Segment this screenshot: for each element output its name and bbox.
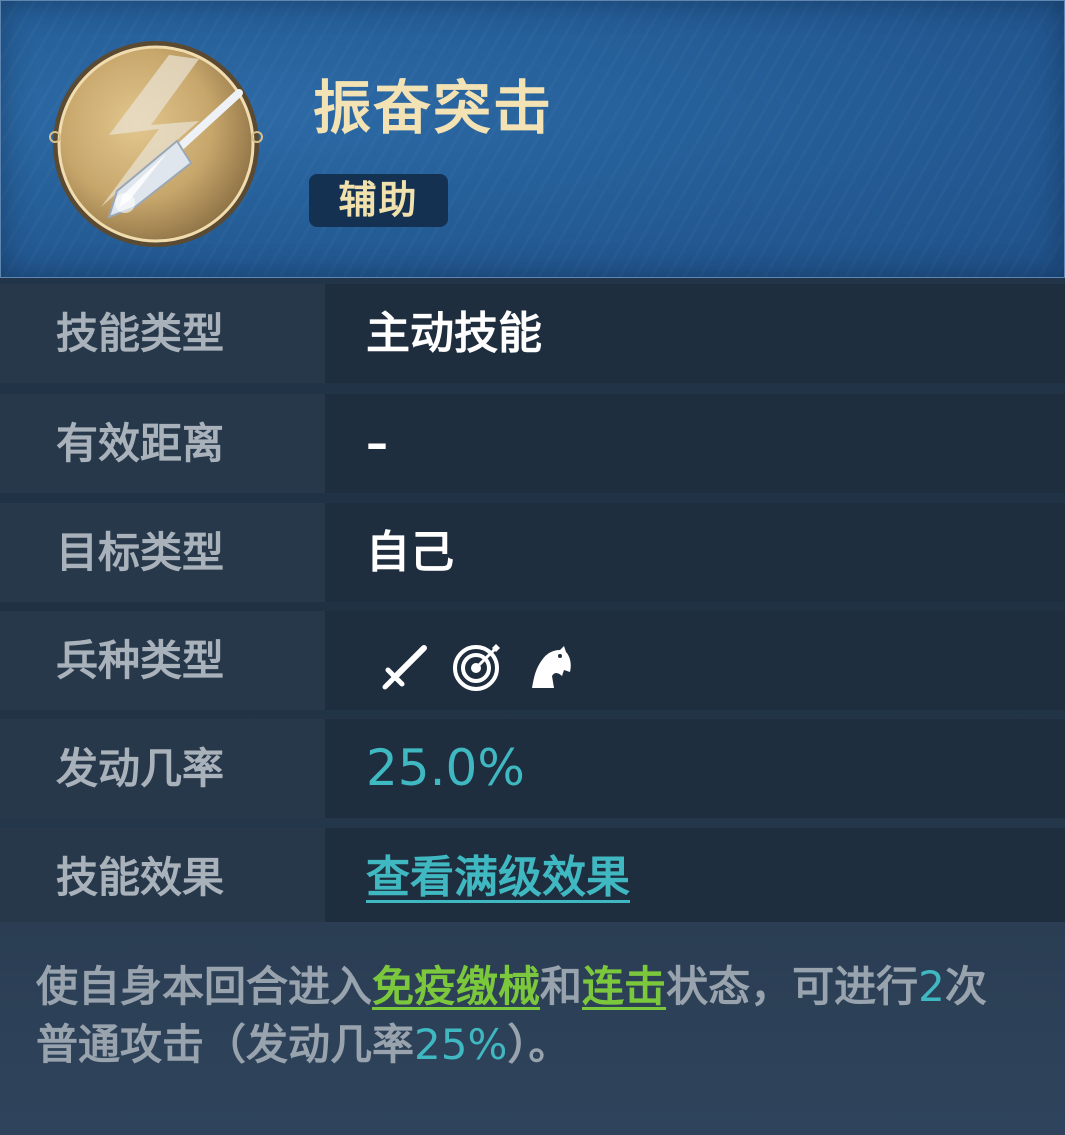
view-max-effect-link[interactable]: 查看满级效果 — [366, 828, 630, 927]
skill-description: 使自身本回合进入免疫缴械和连击状态，可进行2次普通攻击（发动几率25%）。 — [0, 922, 1065, 1135]
row-label: 发动几率 — [56, 744, 225, 793]
row-label: 技能类型 — [56, 309, 225, 358]
row-range: 有效距离 – — [0, 394, 1065, 493]
troop-icons — [380, 641, 574, 693]
keyword-immune-disarm[interactable]: 免疫缴械 — [372, 962, 540, 1011]
row-label: 有效距离 — [56, 419, 225, 468]
skill-tag: 辅助 — [309, 174, 448, 227]
skill-header: 振奋突击 辅助 — [0, 0, 1065, 278]
description-text: 使自身本回合进入免疫缴械和连击状态，可进行2次普通攻击（发动几率25%）。 — [36, 958, 1026, 1074]
desc-part: 使自身本回合进入 — [36, 962, 373, 1011]
row-value: 主动技能 — [366, 308, 542, 359]
row-label: 技能效果 — [56, 853, 225, 902]
row-value: – — [366, 418, 388, 469]
desc-part: 和 — [540, 962, 583, 1011]
desc-part: 状态，可进行 — [666, 962, 919, 1011]
desc-part: ）。 — [507, 1020, 571, 1069]
target-icon — [453, 644, 500, 691]
row-troop-type: 兵种类型 — [0, 611, 1065, 710]
row-skill-type: 技能类型 主动技能 — [0, 284, 1065, 383]
row-label: 目标类型 — [56, 528, 225, 577]
skill-name: 振奋突击 — [313, 74, 554, 142]
row-target-type: 目标类型 自己 — [0, 503, 1065, 602]
horse-icon — [532, 646, 571, 688]
spear-lightning-icon — [49, 41, 263, 247]
sword-icon — [382, 645, 427, 690]
row-label: 兵种类型 — [56, 636, 225, 685]
row-skill-effect: 技能效果 查看满级效果 — [0, 828, 1065, 927]
desc-rate: 25% — [414, 1020, 508, 1069]
row-trigger-rate: 发动几率 25.0% — [0, 719, 1065, 818]
skill-card: 振奋突击 辅助 技能类型 主动技能 有效距离 – 目标类型 自己 兵种类型 发动… — [0, 0, 1065, 1135]
trigger-rate-value: 25.0% — [366, 739, 525, 797]
row-value: 自己 — [366, 527, 454, 578]
keyword-combo[interactable]: 连击 — [582, 962, 666, 1011]
attack-count: 2 — [918, 962, 945, 1011]
